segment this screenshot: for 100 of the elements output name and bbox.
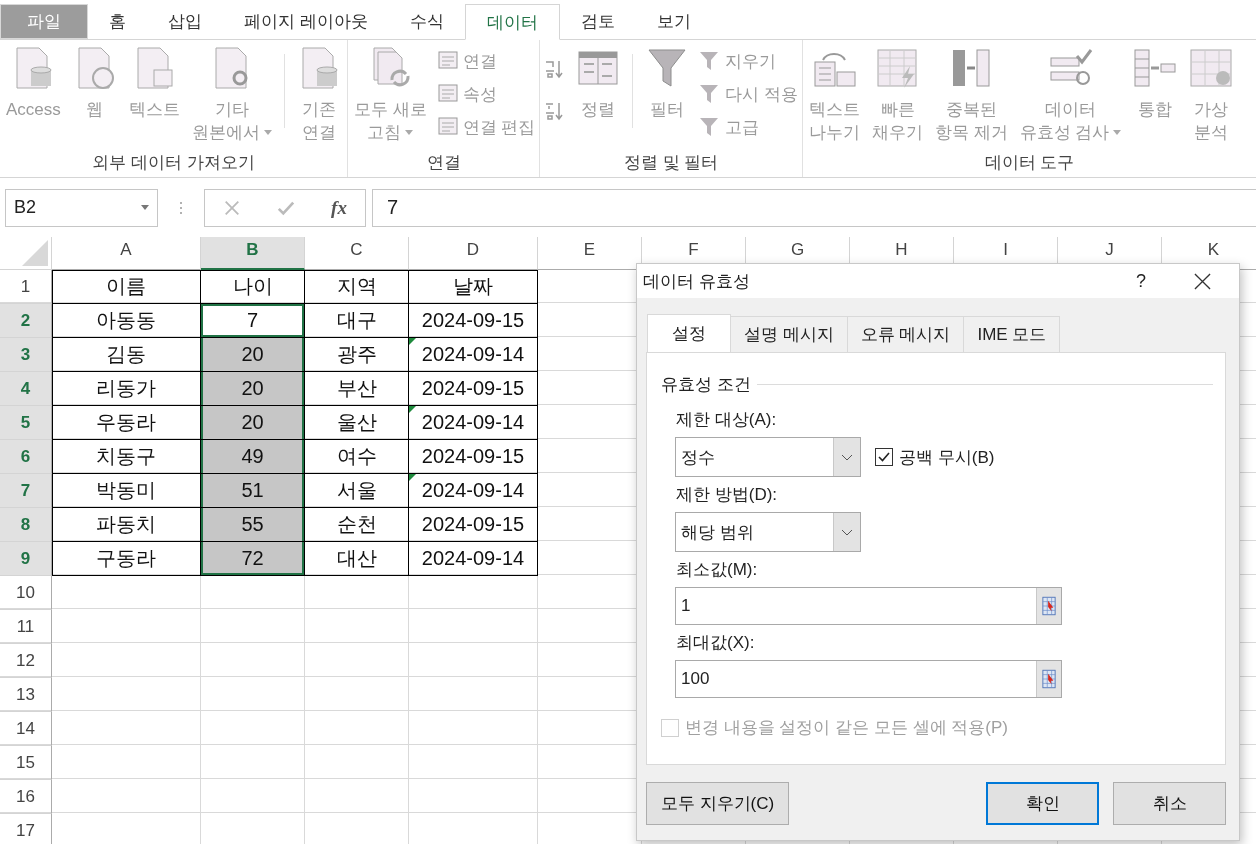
column-header[interactable]: D bbox=[409, 237, 538, 270]
ribbon-tab[interactable]: 삽입 bbox=[147, 4, 223, 39]
table-cell: 2024-09-15 bbox=[409, 508, 538, 542]
table-cell: 날짜 bbox=[409, 270, 538, 304]
caret-icon bbox=[405, 130, 414, 135]
ribbon-tab[interactable]: 홈 bbox=[88, 4, 147, 39]
name-box[interactable]: B2 bbox=[5, 188, 158, 227]
range-select-icon[interactable] bbox=[1042, 669, 1056, 689]
list-icon bbox=[436, 83, 459, 105]
group-label: 데이터 도구 bbox=[983, 152, 1076, 174]
table-cell: 지역 bbox=[305, 270, 409, 304]
row-header[interactable]: 11 bbox=[0, 610, 52, 644]
cancel-icon[interactable] bbox=[223, 198, 241, 217]
table-cell: 아동동 bbox=[52, 304, 201, 338]
row-header[interactable]: 8 bbox=[0, 508, 52, 542]
dialog-button[interactable]: 취소 bbox=[1113, 782, 1226, 825]
ribbon-tab[interactable]: 페이지 레이아웃 bbox=[223, 4, 389, 39]
checkbox[interactable]: 공백 무시(B) bbox=[875, 445, 995, 469]
table-cell: 20 bbox=[201, 372, 305, 406]
group-label: 정렬 및 필터 bbox=[622, 152, 720, 174]
row-header[interactable]: 4 bbox=[0, 372, 52, 406]
insert-function-button[interactable]: fx bbox=[331, 196, 347, 219]
button-label: 텍스트 bbox=[809, 99, 860, 121]
table-cell: 2024-09-14 bbox=[409, 542, 538, 576]
range-select-icon[interactable] bbox=[1042, 596, 1056, 616]
row-header[interactable]: 7 bbox=[0, 474, 52, 508]
dialog-tab[interactable]: IME 모드 bbox=[964, 316, 1061, 352]
close-icon[interactable] bbox=[1194, 272, 1211, 290]
dialog-tab[interactable]: 오류 메시지 bbox=[847, 316, 965, 352]
caret-icon bbox=[1113, 130, 1122, 135]
table-cell: 2024-09-14 bbox=[409, 474, 538, 508]
table-cell: 여수 bbox=[305, 440, 409, 474]
button-label: Access bbox=[6, 99, 61, 121]
row-header[interactable]: 6 bbox=[0, 440, 52, 474]
ribbon-tab[interactable]: 보기 bbox=[635, 4, 712, 39]
row-header[interactable]: 3 bbox=[0, 338, 52, 372]
button-label: 웹 bbox=[86, 99, 104, 121]
table-cell: 광주 bbox=[305, 338, 409, 372]
column-header[interactable]: E bbox=[538, 237, 642, 270]
table-icon bbox=[1189, 46, 1234, 90]
column-header[interactable]: B bbox=[201, 237, 305, 270]
table-cell: 20 bbox=[201, 406, 305, 440]
column-header[interactable]: A bbox=[52, 237, 201, 270]
ribbon-tab[interactable]: 검토 bbox=[559, 4, 636, 39]
button-label: 채우기 bbox=[872, 122, 923, 144]
caret-icon bbox=[141, 205, 149, 210]
button-label: 통합 bbox=[1138, 99, 1173, 121]
dropdown-field[interactable]: 정수 bbox=[675, 437, 861, 477]
grip-icon bbox=[179, 200, 183, 215]
row-header[interactable]: 16 bbox=[0, 780, 52, 814]
row-header[interactable]: 9 bbox=[0, 542, 52, 576]
field-label: 제한 대상(A): bbox=[676, 409, 778, 431]
row-header[interactable]: 2 bbox=[0, 304, 52, 338]
table-cell: 부산 bbox=[305, 372, 409, 406]
section-title: 유효성 조건 bbox=[661, 374, 751, 396]
column-header[interactable]: C bbox=[305, 237, 409, 270]
help-button[interactable]: ? bbox=[1136, 270, 1146, 292]
row-header[interactable]: 15 bbox=[0, 746, 52, 780]
dialog-tab[interactable]: 설명 메시지 bbox=[731, 316, 848, 352]
formula-field[interactable]: 7 bbox=[372, 188, 1256, 227]
table-cell: 2024-09-15 bbox=[409, 304, 538, 338]
dialog-button[interactable]: 모두 지우기(C) bbox=[646, 782, 789, 825]
table-cell: 서울 bbox=[305, 474, 409, 508]
row-header[interactable]: 10 bbox=[0, 576, 52, 610]
row-header[interactable]: 14 bbox=[0, 712, 52, 746]
table-cell: 51 bbox=[201, 474, 305, 508]
dropdown-field[interactable]: 해당 범위 bbox=[675, 512, 861, 552]
input-field[interactable]: 1 bbox=[675, 587, 1062, 625]
table-cell: 20 bbox=[201, 338, 305, 372]
row-header[interactable]: 12 bbox=[0, 644, 52, 678]
button-label: 기타 bbox=[214, 99, 249, 121]
button-label: 필터 bbox=[650, 99, 685, 121]
button-label: 분석 bbox=[1194, 122, 1229, 144]
dialog-title: 데이터 유효성 bbox=[643, 270, 751, 293]
table-cell: 2024-09-14 bbox=[409, 406, 538, 440]
button-label: 원본에서 bbox=[191, 121, 272, 144]
select-all-icon[interactable] bbox=[22, 240, 48, 266]
input-field[interactable]: 100 bbox=[675, 660, 1062, 698]
button-label: 정렬 bbox=[581, 99, 616, 121]
table-cell: 2024-09-14 bbox=[409, 338, 538, 372]
button-label: 고침 bbox=[367, 121, 414, 144]
group-label: 연결 bbox=[425, 152, 462, 174]
row-header[interactable]: 17 bbox=[0, 814, 52, 844]
chevron-icon bbox=[841, 528, 853, 536]
table-cell: 2024-09-15 bbox=[409, 440, 538, 474]
table-cell: 울산 bbox=[305, 406, 409, 440]
dialog-tab[interactable]: 설정 bbox=[647, 314, 731, 352]
dialog-button[interactable]: 확인 bbox=[986, 782, 1099, 825]
group-label: 외부 데이터 가져오기 bbox=[91, 152, 256, 174]
ribbon-tab[interactable]: 수식 bbox=[388, 4, 465, 39]
table-cell: 이름 bbox=[52, 270, 201, 304]
button-label: 나누기 bbox=[809, 122, 860, 144]
checkbox-box[interactable] bbox=[875, 448, 893, 466]
table-cell: 72 bbox=[201, 542, 305, 576]
row-header[interactable]: 5 bbox=[0, 406, 52, 440]
ribbon-tab[interactable]: 데이터 bbox=[464, 4, 560, 40]
button-label: 기존 bbox=[301, 99, 336, 121]
button-label: 유효성 검사 bbox=[1019, 121, 1122, 144]
row-header[interactable]: 13 bbox=[0, 678, 52, 712]
field-label: 최대값(X): bbox=[676, 632, 756, 654]
